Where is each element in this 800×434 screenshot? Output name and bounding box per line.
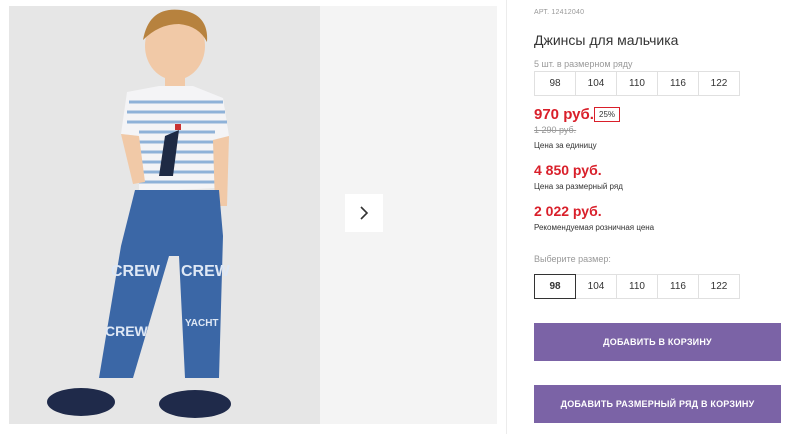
size-row: 98 104 110 116 122 — [534, 71, 740, 96]
size-row-price-note: Цена за размерный ряд — [534, 182, 623, 191]
size-selector: 98 104 110 116 122 — [534, 274, 740, 299]
svg-text:CREW: CREW — [111, 263, 161, 280]
size-option-116[interactable]: 116 — [657, 274, 699, 299]
size-option-122[interactable]: 122 — [698, 274, 740, 299]
retail-price-note: Рекомендуемая розничная цена — [534, 223, 655, 232]
size-row-note: 5 шт. в размерном ряду — [534, 59, 633, 69]
size-row-item: 110 — [616, 71, 658, 96]
add-size-row-to-cart-button[interactable]: ДОБАВИТЬ РАЗМЕРНЫЙ РЯД В КОРЗИНУ — [534, 385, 781, 423]
next-image-button[interactable] — [345, 194, 383, 232]
size-row-item: 98 — [534, 71, 576, 96]
svg-text:CREW: CREW — [105, 323, 149, 339]
svg-text:CREW: CREW — [181, 263, 231, 280]
size-row-item: 104 — [575, 71, 617, 96]
unit-price-note: Цена за единицу — [534, 141, 597, 150]
size-option-104[interactable]: 104 — [575, 274, 617, 299]
discount-badge: 25% — [594, 107, 621, 122]
article-number: АРТ. 12412040 — [534, 9, 585, 16]
product-photo: CREW CREW CREW YACHT — [9, 6, 320, 424]
size-option-110[interactable]: 110 — [616, 274, 658, 299]
retail-price: 2 022 руб. — [534, 203, 602, 219]
column-divider — [506, 0, 507, 434]
unit-price: 970 руб. — [534, 106, 594, 123]
old-price: 1 290 руб. — [534, 125, 577, 135]
svg-text:YACHT: YACHT — [185, 318, 219, 329]
size-option-98[interactable]: 98 — [534, 274, 576, 299]
size-row-item: 116 — [657, 71, 699, 96]
size-row-price: 4 850 руб. — [534, 162, 602, 178]
product-gallery: CREW CREW CREW YACHT — [9, 6, 497, 424]
chevron-right-icon — [360, 206, 369, 220]
size-row-item: 122 — [698, 71, 740, 96]
product-title: Джинсы для мальчика — [534, 32, 679, 48]
choose-size-label: Выберите размер: — [534, 254, 611, 264]
add-to-cart-button[interactable]: ДОБАВИТЬ В КОРЗИНУ — [534, 323, 781, 361]
